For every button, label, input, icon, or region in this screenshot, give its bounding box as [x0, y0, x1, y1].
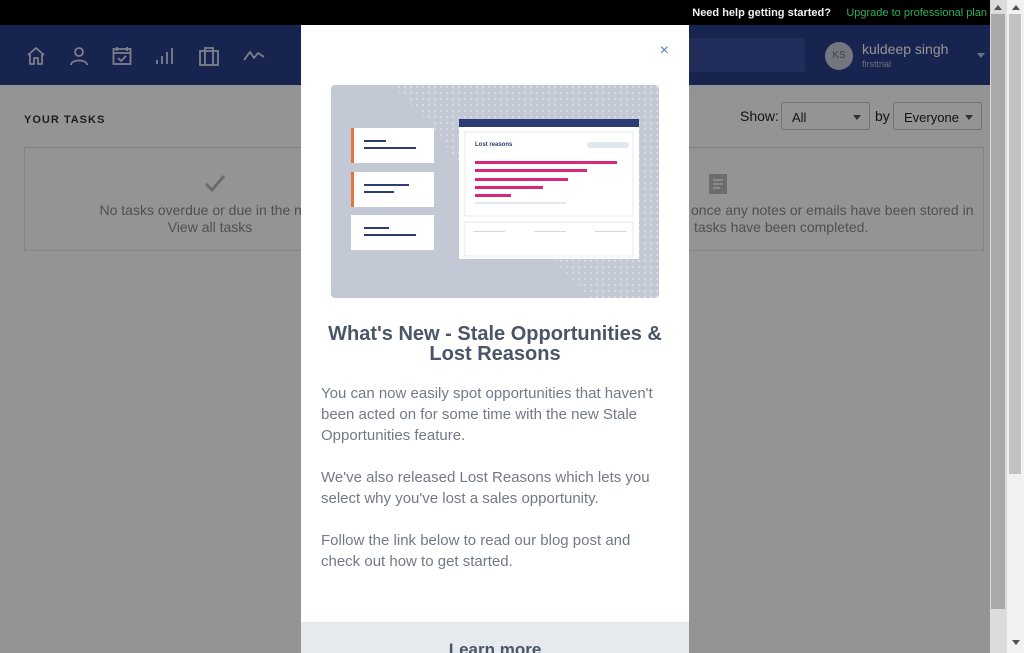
inner-scrollbar-thumb[interactable]	[991, 14, 1005, 609]
outer-scrollbar-thumb[interactable]	[1009, 14, 1021, 474]
scroll-down-icon[interactable]	[1012, 640, 1020, 645]
close-icon[interactable]: ×	[660, 42, 669, 60]
illustration-card-title: Lost reasons	[475, 142, 513, 148]
upgrade-link[interactable]: Upgrade to professional plan	[846, 7, 987, 19]
top-bar: Need help getting started? Upgrade to pr…	[0, 0, 990, 25]
scroll-up-icon[interactable]	[994, 5, 1002, 10]
modal-paragraph-3: Follow the link below to read our blog p…	[321, 532, 631, 570]
page-scrollbar[interactable]	[990, 0, 1024, 653]
learn-more-button[interactable]: Learn more	[449, 640, 542, 653]
help-link[interactable]: Need help getting started?	[692, 7, 831, 19]
modal-title: What's New - Stale Opportunities & Lost …	[328, 323, 662, 365]
whats-new-illustration: Lost reasons	[331, 85, 659, 298]
scroll-up-icon[interactable]	[1012, 5, 1020, 10]
whats-new-modal: × Lost reasons What's New - Stale Opport…	[301, 25, 689, 653]
modal-paragraph-2: We've also released Lost Reasons which l…	[321, 469, 650, 507]
modal-footer: Learn more	[301, 622, 689, 653]
modal-paragraph-1: You can now easily spot opportunities th…	[321, 385, 653, 444]
